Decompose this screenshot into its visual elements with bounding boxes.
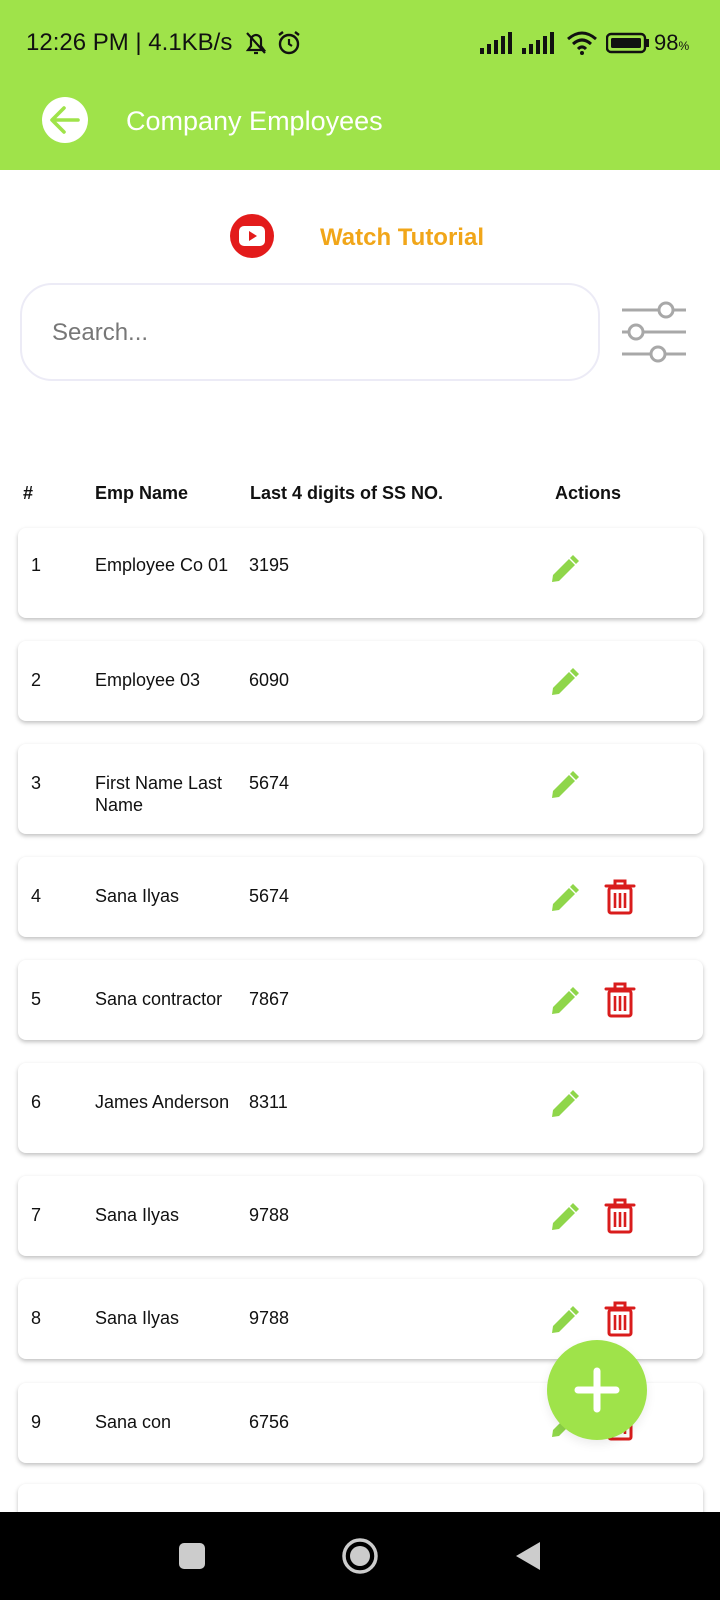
search-input[interactable] [52, 315, 572, 351]
row-number: 1 [31, 555, 42, 575]
pencil-icon [552, 987, 579, 1014]
edit-employee-button[interactable] [548, 1305, 580, 1337]
row-number: 3 [31, 773, 42, 793]
row-number: 6 [31, 1092, 42, 1112]
row-number: 8 [31, 1308, 42, 1328]
trash-icon [604, 879, 636, 915]
back-button[interactable] [42, 97, 88, 143]
employee-name: Sana contractor [95, 989, 223, 1009]
delete-employee-button[interactable] [603, 1198, 637, 1234]
ssn-last-four: 3195 [249, 555, 290, 575]
system-nav-bar [0, 1512, 720, 1600]
plus-icon [574, 1367, 620, 1413]
table-row: 3 First Name Last Name 5674 [18, 744, 703, 834]
row-number: 4 [31, 886, 42, 906]
trash-icon [604, 982, 636, 1018]
bell-off-icon [245, 32, 267, 55]
youtube-play-icon [230, 214, 274, 258]
edit-employee-button[interactable] [548, 667, 580, 699]
square-icon [179, 1543, 205, 1569]
ssn-last-four: 6090 [249, 670, 290, 690]
app-bar: 12:26 PM | 4.1KB/s 98% Company Employees [0, 0, 720, 170]
row-number: 9 [31, 1412, 42, 1432]
employee-name: First Name Last Name [95, 773, 223, 815]
edit-employee-button[interactable] [548, 1089, 580, 1121]
table-row: 6 James Anderson 8311 [18, 1063, 703, 1153]
column-header-emp-name: Emp Name [95, 483, 189, 503]
ssn-last-four: 7867 [249, 989, 290, 1009]
pencil-icon [552, 1203, 579, 1230]
employee-name: Sana con [95, 1412, 172, 1432]
table-row: 1 Employee Co 01 3195 [18, 528, 703, 618]
wifi-icon [567, 31, 597, 55]
status-icons: 98% [480, 30, 689, 56]
page-title: Company Employees [126, 106, 383, 136]
column-header-number: # [23, 483, 34, 503]
edit-employee-button[interactable] [548, 554, 580, 586]
signal-icon [480, 32, 512, 54]
filter-button[interactable] [618, 296, 690, 368]
row-number: 5 [31, 989, 42, 1009]
trash-icon [604, 1301, 636, 1337]
pencil-icon [552, 555, 579, 582]
ssn-last-four: 6756 [249, 1412, 290, 1432]
triangle-back-icon [516, 1542, 540, 1570]
sliders-icon [622, 301, 686, 363]
ssn-last-four: 9788 [249, 1308, 290, 1328]
pencil-icon [552, 771, 579, 798]
trash-icon [604, 1198, 636, 1234]
employee-name: James Anderson [95, 1092, 230, 1112]
edit-employee-button[interactable] [548, 770, 580, 802]
employee-name: Sana Ilyas [95, 1308, 180, 1328]
row-number: 7 [31, 1205, 42, 1225]
row-number: 2 [31, 670, 42, 690]
battery-icon [606, 32, 649, 54]
column-header-actions: Actions [555, 483, 622, 503]
table-row: 5 Sana contractor 7867 [18, 960, 703, 1040]
pencil-icon [552, 668, 579, 695]
employee-name: Employee Co 01 [95, 555, 229, 575]
add-employee-button[interactable] [547, 1340, 647, 1440]
employee-name: Sana Ilyas [95, 1205, 180, 1225]
edit-employee-button[interactable] [548, 986, 580, 1018]
search-box [20, 283, 600, 381]
battery-level: 98% [654, 30, 690, 55]
edit-employee-button[interactable] [548, 1202, 580, 1234]
ssn-last-four: 9788 [249, 1205, 290, 1225]
table-row: 2 Employee 03 6090 [18, 641, 703, 721]
delete-employee-button[interactable] [603, 879, 637, 915]
circle-icon [342, 1538, 378, 1574]
pencil-icon [552, 1306, 579, 1333]
table-row: 7 Sana Ilyas 9788 [18, 1176, 703, 1256]
back-nav-button[interactable] [504, 1532, 552, 1580]
watch-tutorial-link[interactable]: Watch Tutorial [230, 214, 500, 260]
status-time: 12:26 PM | 4.1KB/s [26, 29, 233, 56]
pencil-icon [552, 884, 579, 911]
recents-button[interactable] [168, 1532, 216, 1580]
arrow-left-icon [50, 106, 80, 134]
watch-tutorial-label: Watch Tutorial [320, 224, 484, 251]
ssn-last-four: 5674 [249, 886, 290, 906]
table-row: 4 Sana Ilyas 5674 [18, 857, 703, 937]
column-header-ssn: Last 4 digits of SS NO. [250, 483, 444, 503]
delete-employee-button[interactable] [603, 982, 637, 1018]
employee-name: Sana Ilyas [95, 886, 180, 906]
delete-employee-button[interactable] [603, 1301, 637, 1337]
alarm-icon [278, 31, 300, 55]
pencil-icon [552, 1090, 579, 1117]
employee-name: Employee 03 [95, 670, 201, 690]
ssn-last-four: 5674 [249, 773, 290, 793]
signal-icon-2 [522, 32, 554, 54]
edit-employee-button[interactable] [548, 883, 580, 915]
home-button[interactable] [336, 1532, 384, 1580]
ssn-last-four: 8311 [249, 1092, 288, 1112]
